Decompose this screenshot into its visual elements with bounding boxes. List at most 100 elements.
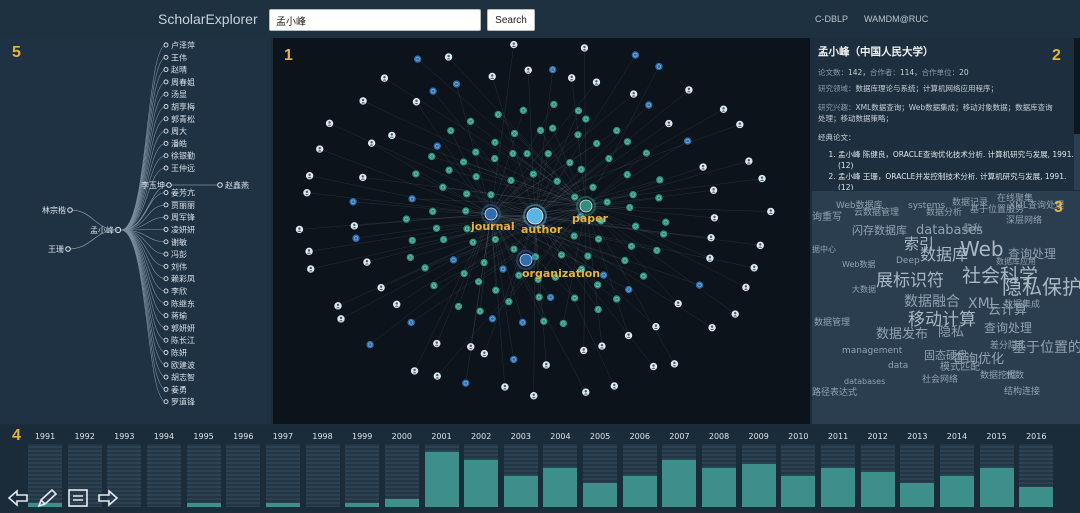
graph-node[interactable]: [433, 340, 441, 348]
year-bar[interactable]: [781, 476, 815, 508]
year-bar[interactable]: [1019, 487, 1053, 507]
graph-node[interactable]: [472, 148, 480, 156]
graph-node[interactable]: [595, 235, 603, 243]
graph-node[interactable]: [402, 215, 410, 223]
graph-node[interactable]: [472, 173, 480, 181]
graph-node[interactable]: [598, 342, 606, 350]
graph-node[interactable]: [411, 367, 419, 375]
graph-node[interactable]: [488, 315, 496, 323]
tree-node[interactable]: [164, 141, 168, 145]
year-bar[interactable]: [742, 464, 776, 507]
graph-node[interactable]: [571, 193, 579, 201]
graph-node[interactable]: [742, 283, 750, 291]
year-column[interactable]: [187, 444, 221, 507]
graph-node[interactable]: [574, 131, 582, 139]
graph-node[interactable]: [429, 87, 437, 95]
year-bar[interactable]: [385, 499, 419, 507]
tree-node-label[interactable]: 周军锋: [171, 212, 195, 222]
graph-node[interactable]: [467, 117, 475, 125]
graph-node[interactable]: [685, 86, 693, 94]
keyword-tag[interactable]: 数据库: [920, 247, 968, 263]
year-column[interactable]: [266, 444, 300, 507]
graph-node[interactable]: [549, 66, 557, 74]
graph-node[interactable]: [577, 165, 585, 173]
graph-node[interactable]: [501, 383, 509, 391]
graph-node[interactable]: [736, 120, 744, 128]
graph-node[interactable]: [745, 157, 753, 165]
graph-node[interactable]: [445, 166, 453, 174]
graph-node[interactable]: [594, 281, 602, 289]
year-bar[interactable]: [940, 476, 974, 508]
search-button[interactable]: Search: [487, 9, 535, 31]
graph-node[interactable]: [447, 127, 455, 135]
graph-node[interactable]: [605, 155, 613, 163]
graph-node[interactable]: [380, 74, 388, 82]
graph-node[interactable]: [707, 234, 715, 242]
tree-node[interactable]: [164, 228, 168, 232]
tree-node[interactable]: [164, 55, 168, 59]
keyword-tag[interactable]: 结构连接: [1004, 388, 1040, 397]
graph-node[interactable]: [307, 265, 315, 273]
graph-node[interactable]: [393, 300, 401, 308]
tree-node[interactable]: [164, 68, 168, 72]
graph-node[interactable]: [650, 362, 658, 370]
graph-node[interactable]: [594, 305, 602, 313]
graph-node[interactable]: [662, 218, 670, 226]
paper-item[interactable]: 孟小峰 王珊，ORACLE并发控制技术分析. 计算机研究与发展, 1991.(1…: [838, 171, 1074, 190]
tree-node[interactable]: [68, 208, 73, 213]
graph-node[interactable]: [326, 119, 334, 127]
graph-node[interactable]: [429, 207, 437, 215]
keyword-tag[interactable]: 询重写: [812, 213, 842, 223]
tree-node-label[interactable]: 卢泽萍: [171, 40, 195, 50]
graph-node[interactable]: [653, 246, 661, 254]
year-column[interactable]: [1019, 444, 1053, 507]
graph-node[interactable]: [684, 137, 692, 145]
graph-node[interactable]: [449, 256, 457, 264]
tree-node-label[interactable]: 徐银勤: [171, 151, 195, 161]
tree-node-label[interactable]: 胡志智: [171, 372, 195, 382]
year-column[interactable]: [385, 444, 419, 507]
tree-node[interactable]: [164, 301, 168, 305]
graph-node[interactable]: [529, 170, 537, 178]
tree-node[interactable]: [164, 252, 168, 256]
keyword-tag[interactable]: 查询处理: [984, 322, 1032, 334]
graph-node[interactable]: [433, 224, 441, 232]
tree-node-label[interactable]: 胡享梅: [171, 102, 195, 112]
tree-node-label[interactable]: 赵晴: [171, 65, 187, 75]
graph-node[interactable]: [460, 270, 468, 278]
graph-node[interactable]: [670, 360, 678, 368]
graph-node[interactable]: [306, 172, 314, 180]
year-bar[interactable]: [861, 472, 895, 507]
year-bar[interactable]: [504, 476, 538, 508]
graph-node[interactable]: [629, 191, 637, 199]
tree-node[interactable]: [164, 80, 168, 84]
tree-node[interactable]: [164, 240, 168, 244]
graph-node[interactable]: [377, 284, 385, 292]
keyword-tag[interactable]: 路径表达式: [812, 389, 857, 398]
graph-node[interactable]: [480, 259, 488, 267]
graph-node[interactable]: [352, 234, 360, 242]
graph-node[interactable]: [428, 152, 436, 160]
year-column[interactable]: [623, 444, 657, 507]
year-column[interactable]: [781, 444, 815, 507]
graph-node[interactable]: [505, 298, 513, 306]
year-column[interactable]: [345, 444, 379, 507]
tree-node-label[interactable]: 凌妍妍: [171, 225, 195, 235]
graph-node[interactable]: [510, 41, 518, 49]
paper-item[interactable]: 孟小峰 陈健良，ORACLE查询优化技术分析. 计算机研究与发展, 1991.(…: [838, 149, 1074, 171]
graph-node[interactable]: [507, 176, 515, 184]
graph-node[interactable]: [408, 195, 416, 203]
year-bar[interactable]: [702, 468, 736, 507]
tree-node[interactable]: [164, 387, 168, 391]
graph-node[interactable]: [632, 222, 640, 230]
graph-node[interactable]: [582, 388, 590, 396]
graph-node[interactable]: [720, 105, 728, 113]
graph-node[interactable]: [460, 158, 468, 166]
tree-hub-node[interactable]: [167, 183, 172, 188]
tree-node[interactable]: [164, 203, 168, 207]
year-column[interactable]: [742, 444, 776, 507]
coauthor-tree[interactable]: 孟小峰林宗楷王珊卢泽萍王伟赵晴周春姐汤显胡享梅郭青松周大潘皓徐银勤王仲远姜芳亢贾…: [0, 38, 271, 424]
tree-node-label[interactable]: 潘皓: [171, 138, 187, 148]
tree-node-label[interactable]: 赵鑫燕: [225, 180, 249, 190]
graph-node[interactable]: [544, 150, 552, 158]
